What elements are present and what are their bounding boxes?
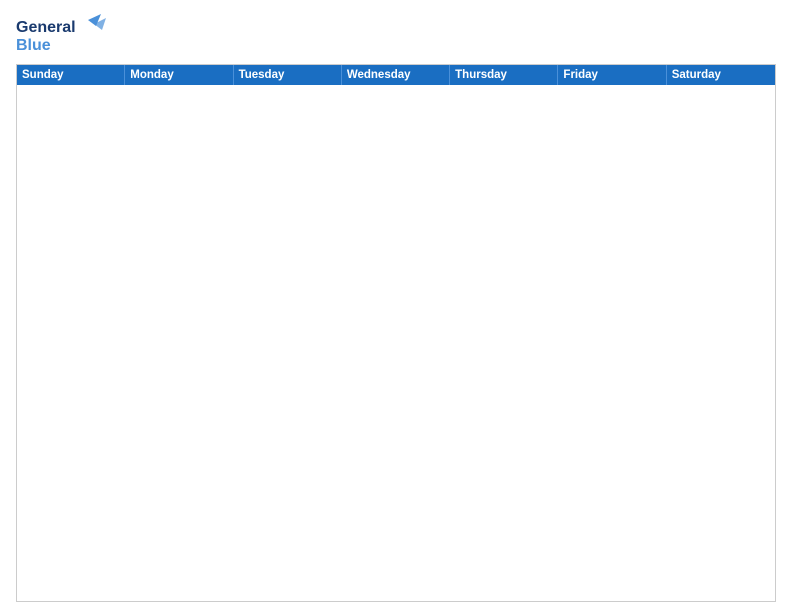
page: General Blue SundayMondayTuesdayWednesda… xyxy=(0,0,792,612)
header-day-wednesday: Wednesday xyxy=(342,65,450,85)
logo-icon: General Blue xyxy=(16,12,106,56)
header-day-monday: Monday xyxy=(125,65,233,85)
calendar: SundayMondayTuesdayWednesdayThursdayFrid… xyxy=(16,64,776,602)
calendar-header: SundayMondayTuesdayWednesdayThursdayFrid… xyxy=(17,65,775,85)
calendar-body xyxy=(17,85,775,601)
svg-text:General: General xyxy=(16,19,76,36)
svg-text:Blue: Blue xyxy=(16,37,51,54)
logo: General Blue xyxy=(16,12,106,56)
header-day-sunday: Sunday xyxy=(17,65,125,85)
header-day-thursday: Thursday xyxy=(450,65,558,85)
header-day-friday: Friday xyxy=(558,65,666,85)
header-day-tuesday: Tuesday xyxy=(234,65,342,85)
header: General Blue xyxy=(16,12,776,56)
header-day-saturday: Saturday xyxy=(667,65,775,85)
